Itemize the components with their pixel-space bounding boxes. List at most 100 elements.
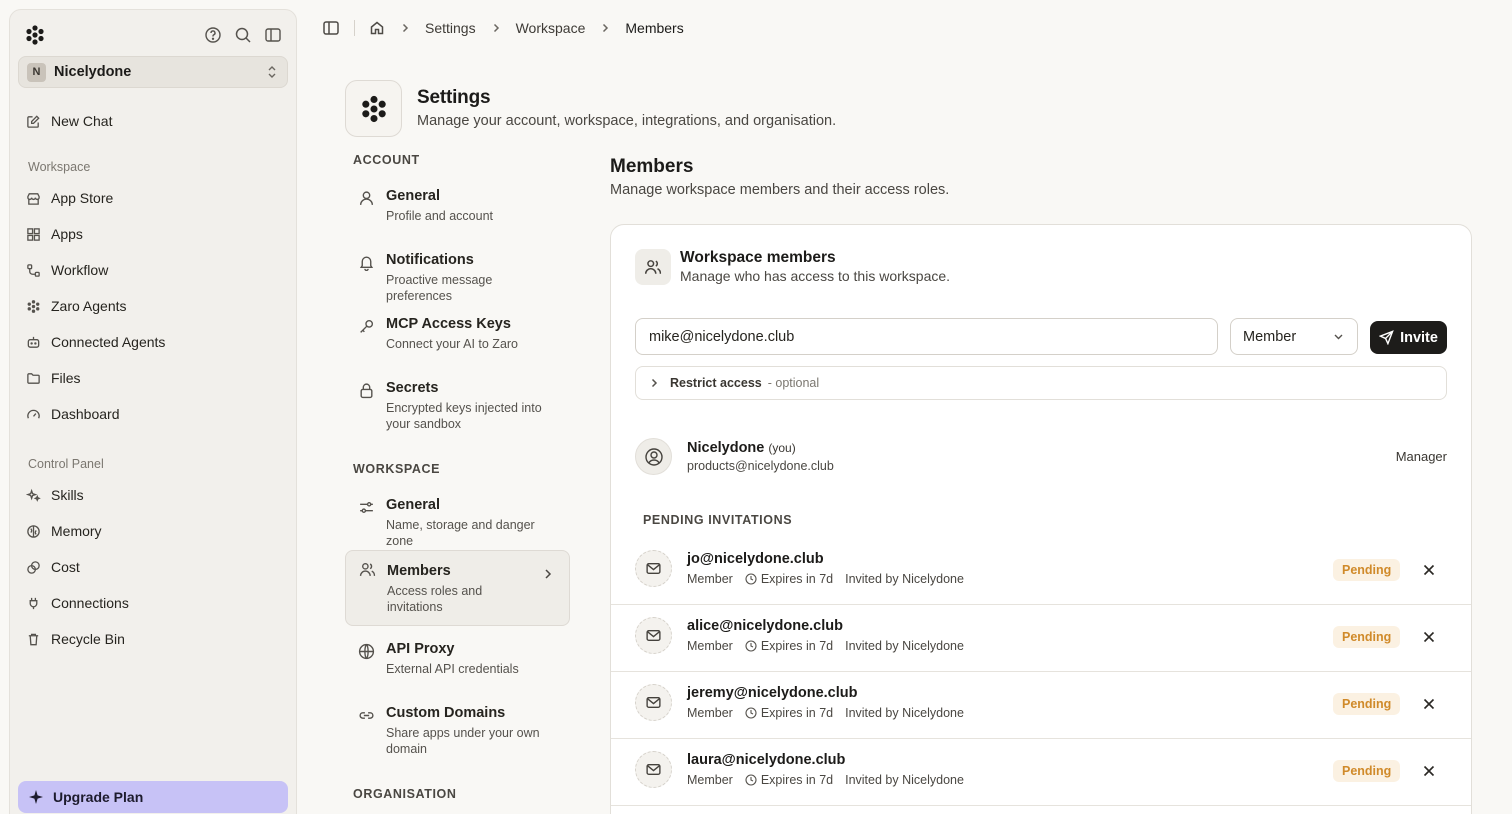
settings-nav-title: Members [387, 563, 451, 579]
settings-nav-api-proxy[interactable]: API Proxy External API credentials [345, 633, 570, 685]
close-icon[interactable] [1421, 562, 1437, 578]
search-icon[interactable] [234, 26, 252, 44]
close-icon[interactable] [1421, 629, 1437, 645]
sliders-icon [360, 502, 373, 513]
close-icon[interactable] [1421, 763, 1437, 779]
new-chat-button[interactable]: New Chat [26, 107, 286, 135]
invitation-meta: Member Expires in 7d Invited by Nicelydo… [687, 706, 964, 720]
settings-nav-title: Notifications [386, 252, 474, 268]
mail-icon [635, 617, 672, 654]
sidebar-item-connections[interactable]: Connections [26, 589, 286, 617]
settings-nav-title: MCP Access Keys [386, 316, 511, 332]
folder-icon [27, 372, 40, 384]
settings-nav-secrets[interactable]: Secrets Encrypted keys injected into you… [345, 372, 570, 440]
sidebar-item-workflow[interactable]: Workflow [26, 256, 286, 284]
breadcrumb-settings[interactable]: Settings [425, 20, 476, 36]
settings-title: Settings [417, 87, 491, 108]
grid-icon [27, 227, 40, 241]
sparkle-icon [29, 790, 43, 804]
status-badge: Pending [1333, 693, 1401, 715]
sidebar-item-label: Skills [51, 487, 84, 503]
zaro-logo-icon[interactable] [24, 24, 46, 46]
close-icon[interactable] [1421, 696, 1437, 712]
member-role: Manager [1395, 449, 1447, 464]
settings-nav-desc: Name, storage and danger zone [386, 518, 535, 548]
sidebar-item-files[interactable]: Files [26, 364, 286, 392]
invitation-invited-by: Invited by Nicelydone [845, 639, 964, 653]
home-icon[interactable] [369, 20, 385, 36]
sidebar-item-label: Connected Agents [51, 334, 166, 350]
sidebar-item-label: Files [51, 370, 81, 386]
upgrade-plan-button[interactable]: Upgrade Plan [18, 781, 288, 813]
agents-icon [27, 299, 40, 313]
sidebar-item-label: Connections [51, 595, 129, 611]
pending-invitations-title: PENDING INVITATIONS [643, 513, 793, 527]
settings-nav-desc: External API credentials [386, 662, 519, 676]
settings-logo [345, 80, 402, 137]
sidebar-item-label: App Store [51, 190, 114, 206]
edit-icon [27, 114, 40, 128]
help-icon[interactable] [204, 26, 222, 44]
globe-icon [358, 643, 375, 660]
settings-nav-title: General [386, 188, 440, 204]
settings-nav-general-workspace[interactable]: General Name, storage and danger zone [345, 489, 570, 557]
invitation-meta: Member Expires in 7d Invited by Nicelydo… [687, 773, 964, 787]
users-icon [635, 249, 671, 285]
panel-toggle-icon[interactable] [322, 19, 340, 37]
user-circle-icon [635, 438, 672, 475]
invitation-email: laura@nicelydone.club [687, 752, 846, 768]
card-title: Workspace members [680, 249, 836, 266]
role-select-value: Member [1243, 328, 1297, 345]
status-badge: Pending [1333, 559, 1401, 581]
role-select[interactable]: Member [1230, 318, 1358, 355]
gauge-icon [27, 409, 40, 419]
invitation-expiry: Expires in 7d [760, 773, 834, 787]
settings-nav-mcp-access-keys[interactable]: MCP Access Keys Connect your AI to Zaro [345, 308, 570, 360]
invite-email-input[interactable] [635, 318, 1218, 355]
invitation-row: jo@nicelydone.club Member Expires in 7d … [611, 538, 1471, 605]
restrict-access-toggle[interactable]: Restrict access - optional [635, 366, 1447, 400]
sidebar-item-dashboard[interactable]: Dashboard [26, 400, 286, 428]
plug-icon [29, 597, 38, 609]
sidebar-item-cost[interactable]: Cost [26, 553, 286, 581]
sidebar-item-connected-agents[interactable]: Connected Agents [26, 328, 286, 356]
workspace-section-label: Workspace [28, 160, 91, 174]
settings-nav-custom-domains[interactable]: Custom Domains Share apps under your own… [345, 697, 570, 765]
clock-icon [745, 707, 757, 719]
invitation-invited-by: Invited by Nicelydone [845, 572, 964, 586]
invitation-expiry: Expires in 7d [760, 706, 834, 720]
settings-nav-desc: Encrypted keys injected into your sandbo… [386, 401, 542, 431]
chevron-down-icon [1334, 334, 1343, 340]
members-title: Members [610, 156, 694, 177]
sidebar-header [24, 22, 282, 48]
invitation-row: jeremy@nicelydone.club Member Expires in… [611, 672, 1471, 739]
workspace-switcher[interactable]: N Nicelydone [18, 56, 288, 88]
invite-button[interactable]: Invite [1370, 321, 1447, 354]
chevron-up-down-icon [268, 66, 276, 78]
invite-label: Invite [1400, 329, 1438, 346]
key-icon [360, 319, 374, 333]
mail-icon [635, 684, 672, 721]
invitation-role: Member [687, 572, 733, 586]
account-section-label: ACCOUNT [353, 153, 420, 167]
sidebar-toggle-icon[interactable] [264, 26, 282, 44]
coins-icon [27, 560, 40, 574]
sidebar-item-skills[interactable]: Skills [26, 481, 286, 509]
settings-nav-notifications[interactable]: Notifications Proactive message preferen… [345, 244, 570, 312]
sidebar-item-apps[interactable]: Apps [26, 220, 286, 248]
sidebar-item-label: Apps [51, 226, 83, 242]
sidebar-item-app-store[interactable]: App Store [26, 184, 286, 212]
settings-nav-members[interactable]: Members Access roles and invitations [345, 550, 570, 626]
sidebar-item-memory[interactable]: Memory [26, 517, 286, 545]
invitation-email: jeremy@nicelydone.club [687, 685, 858, 701]
settings-nav-title: General [386, 497, 440, 513]
sidebar-item-zaro-agents[interactable]: Zaro Agents [26, 292, 286, 320]
settings-nav-general-account[interactable]: General Profile and account [345, 180, 570, 232]
sidebar-item-recycle-bin[interactable]: Recycle Bin [26, 625, 286, 653]
settings-subtitle: Manage your account, workspace, integrat… [417, 113, 837, 129]
invitation-invited-by: Invited by Nicelydone [845, 706, 964, 720]
invitation-meta: Member Expires in 7d Invited by Nicelydo… [687, 639, 964, 653]
breadcrumb-workspace[interactable]: Workspace [516, 20, 586, 36]
sidebar-item-label: Zaro Agents [51, 298, 127, 314]
chevron-right-icon [651, 378, 658, 388]
